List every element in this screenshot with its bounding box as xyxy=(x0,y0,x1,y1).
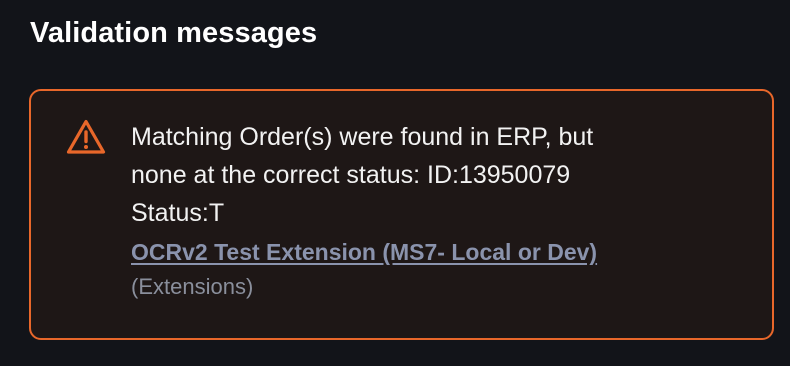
extension-link[interactable]: OCRv2 Test Extension (MS7- Local or Dev) xyxy=(131,236,597,268)
warning-triangle-icon xyxy=(65,118,107,156)
alert-message-line: none at the correct status: ID:13950079 xyxy=(131,161,571,189)
alert-message-line: Status:T xyxy=(131,199,225,227)
extension-category-label: (Extensions) xyxy=(131,274,254,299)
alert-message-line: Matching Order(s) were found in ERP, but xyxy=(131,123,594,151)
section-title: Validation messages xyxy=(30,17,318,49)
alert-message: Matching Order(s) were found in ERP, but… xyxy=(131,118,751,232)
alert-body: Matching Order(s) were found in ERP, but… xyxy=(131,118,751,304)
validation-alert: Matching Order(s) were found in ERP, but… xyxy=(29,89,774,340)
